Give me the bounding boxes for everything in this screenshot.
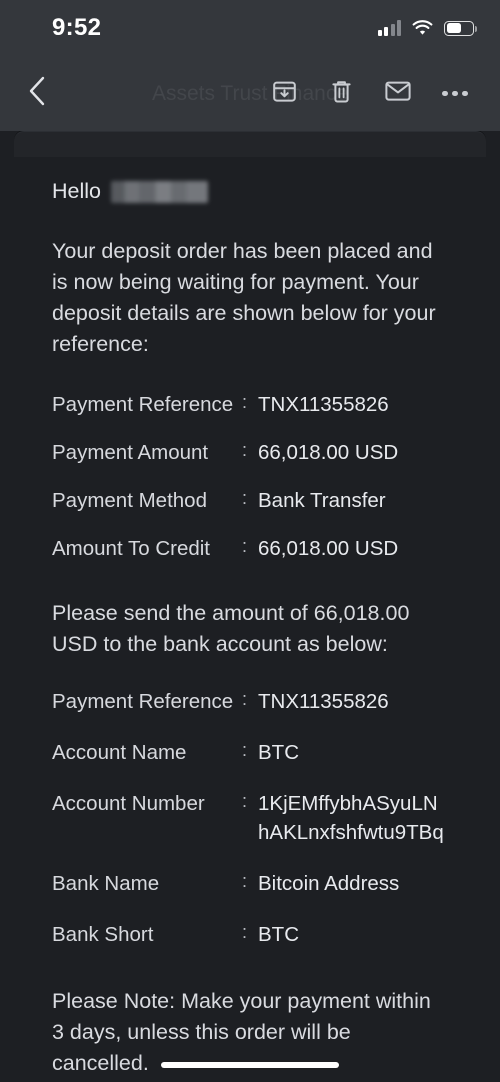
detail-row: Account Name : BTC: [52, 727, 448, 778]
detail-separator: :: [242, 439, 248, 460]
status-bar-indicators: [377, 20, 477, 36]
detail-label: Payment Amount: [52, 440, 209, 464]
battery-icon: [444, 20, 477, 36]
detail-label: Bank Short: [52, 923, 154, 946]
detail-row: Payment Reference : TNX11355826: [52, 676, 448, 727]
detail-separator: :: [242, 535, 248, 556]
trash-icon: [329, 78, 354, 110]
detail-value: Bitcoin Address: [258, 872, 400, 895]
intro-paragraph: Your deposit order has been placed and i…: [52, 239, 436, 356]
detail-value: TNX11355826: [258, 392, 389, 416]
bank-details-list: Payment Reference : TNX11355826 Account …: [52, 676, 448, 960]
detail-value: BTC: [258, 741, 299, 764]
detail-row-account-number: Account Number : 1KjEMffybhASyuLNhAKLnxf…: [52, 778, 448, 858]
ellipsis-icon: [442, 90, 468, 97]
cellular-signal-icon: [377, 20, 401, 36]
home-indicator[interactable]: [161, 1062, 339, 1068]
detail-separator: :: [242, 871, 248, 891]
phone-screen: 9:52 Assets Trust Finance Hello Your dep…: [0, 0, 500, 1082]
status-bar: 9:52: [0, 0, 500, 56]
mark-as-unread-button[interactable]: [375, 71, 421, 117]
detail-row: Bank Name : Bitcoin Address: [52, 858, 448, 909]
recipient-name-redaction: [111, 180, 208, 203]
delete-button[interactable]: [318, 71, 364, 117]
detail-label: Payment Method: [52, 488, 207, 512]
detail-separator: :: [242, 391, 248, 412]
envelope-icon: [384, 79, 412, 108]
archive-download-icon: [271, 78, 298, 110]
status-bar-clock: 9:52: [52, 14, 102, 41]
detail-label: Account Name: [52, 741, 187, 764]
detail-value: TNX11355826: [258, 690, 389, 713]
detail-row: Payment Amount : 66,018.00 USD: [52, 428, 448, 476]
bitcoin-address-value: 1KjEMffybhASyuLNhAKLnxfshfwtu9TBq: [258, 792, 444, 844]
wifi-icon: [412, 20, 433, 36]
email-content: Hello Your deposit order has been placed…: [0, 179, 500, 1082]
message-card-top-edge: [14, 131, 486, 157]
detail-separator: :: [242, 689, 248, 709]
send-instruction-paragraph: Please send the amount of 66,018.00 USD …: [52, 601, 410, 656]
detail-separator: :: [242, 740, 248, 760]
back-button[interactable]: [14, 71, 60, 117]
detail-value: 66,018.00 USD: [258, 440, 399, 464]
detail-row: Payment Reference : TNX11355826: [52, 380, 448, 428]
detail-row: Bank Short : BTC: [52, 909, 448, 960]
mail-toolbar: Assets Trust Finance: [0, 56, 500, 131]
detail-value: Bank Transfer: [258, 488, 386, 512]
detail-value: 66,018.00 USD: [258, 536, 399, 560]
detail-label: Bank Name: [52, 872, 160, 895]
detail-label: Payment Reference: [52, 690, 234, 713]
detail-separator: :: [242, 487, 248, 508]
email-body-scroll[interactable]: Hello Your deposit order has been placed…: [0, 131, 500, 1082]
greeting-line: Hello: [52, 179, 448, 204]
detail-separator: :: [242, 922, 248, 942]
chevron-left-icon: [27, 75, 47, 112]
detail-label: Amount To Credit: [52, 536, 211, 560]
detail-value: BTC: [258, 923, 299, 946]
detail-label: Payment Reference: [52, 392, 234, 416]
more-options-button[interactable]: [432, 71, 478, 117]
archive-button[interactable]: [261, 71, 307, 117]
deposit-details-list: Payment Reference : TNX11355826 Payment …: [52, 380, 448, 572]
toolbar-actions: [261, 71, 478, 117]
detail-label: Account Number: [52, 792, 205, 815]
detail-row: Amount To Credit : 66,018.00 USD: [52, 524, 448, 572]
detail-separator: :: [242, 791, 248, 811]
greeting-text: Hello: [52, 179, 101, 203]
detail-row: Payment Method : Bank Transfer: [52, 476, 448, 524]
